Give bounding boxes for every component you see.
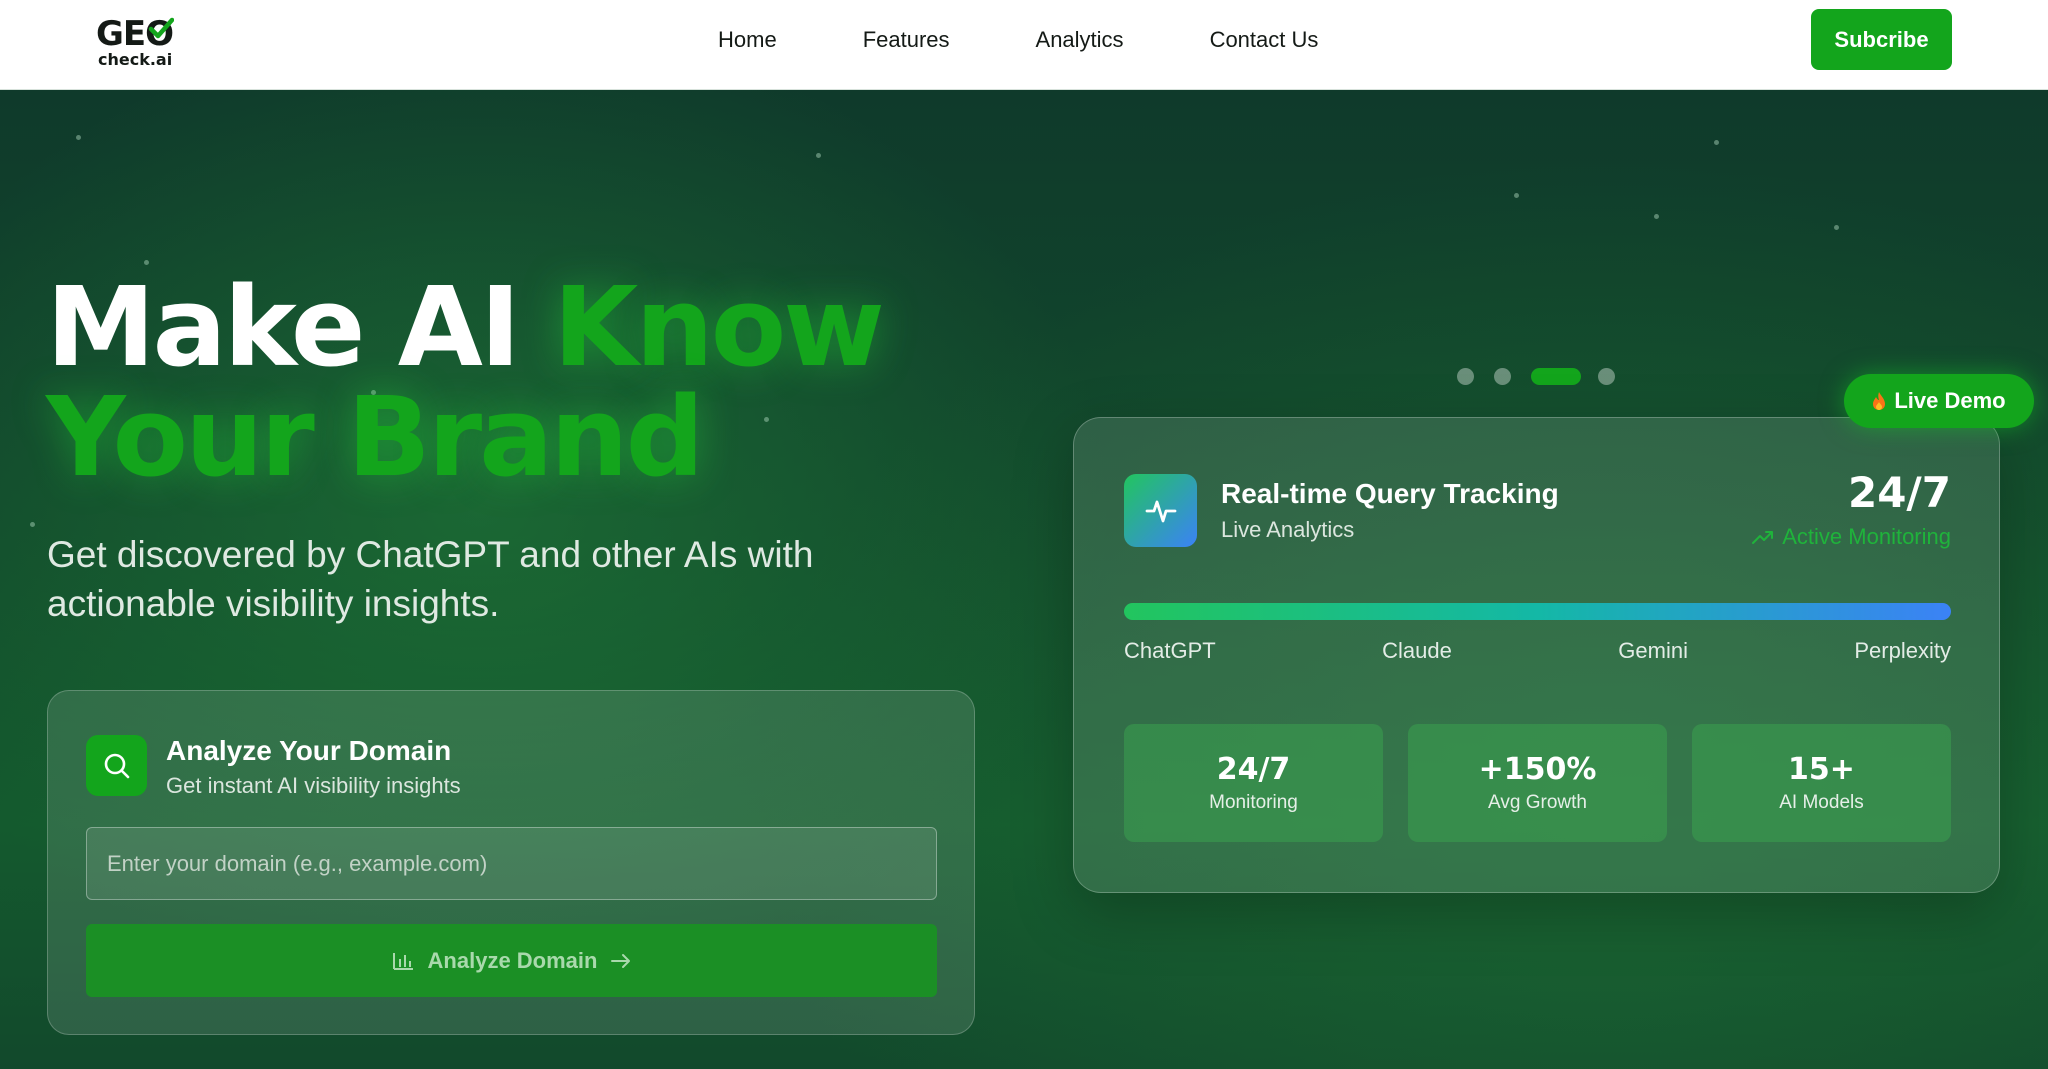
- ai-model-labels: ChatGPT Claude Gemini Perplexity: [1124, 638, 1951, 664]
- query-tracking-card: Real-time Query Tracking Live Analytics …: [1073, 417, 2000, 893]
- stat-value: +150%: [1478, 752, 1597, 787]
- arrow-right-icon: [611, 953, 631, 968]
- background-star: [1714, 140, 1719, 145]
- stat-tile-models: 15+ AI Models: [1692, 724, 1951, 842]
- hero-headline: Make AI Know Your Brand: [46, 272, 885, 492]
- carousel-dot-1[interactable]: [1457, 368, 1474, 385]
- headline-green-text-2: Your Brand: [46, 373, 704, 501]
- hero-subtitle: Get discovered by ChatGPT and other AIs …: [47, 534, 814, 624]
- background-star: [1654, 214, 1659, 219]
- background-star: [1514, 193, 1519, 198]
- background-star: [1834, 225, 1839, 230]
- carousel-dot-4[interactable]: [1598, 368, 1615, 385]
- stat-value: 24/7: [1216, 752, 1291, 787]
- carousel-dot-3-active[interactable]: [1531, 368, 1581, 385]
- domain-input[interactable]: [86, 827, 937, 900]
- model-label-claude: Claude: [1382, 638, 1452, 663]
- stats-row: 24/7 Monitoring +150% Avg Growth 15+ AI …: [1124, 724, 1951, 842]
- model-label-perplexity: Perplexity: [1854, 638, 1951, 663]
- carousel-dot-2[interactable]: [1494, 368, 1511, 385]
- background-star: [30, 522, 35, 527]
- subscribe-button[interactable]: Subcribe: [1811, 9, 1952, 70]
- headline-green-text-1: Know: [553, 263, 885, 391]
- analyze-domain-card: Analyze Your Domain Get instant AI visib…: [47, 690, 975, 1035]
- tracking-card-subtitle: Live Analytics: [1221, 517, 1355, 542]
- analyze-card-subtitle: Get instant AI visibility insights: [166, 773, 461, 798]
- background-star: [76, 135, 81, 140]
- stat-label: Avg Growth: [1488, 792, 1587, 813]
- tracking-big-value: 24/7: [1847, 468, 1951, 517]
- checkmark-icon: [148, 17, 174, 39]
- nav-link-home[interactable]: Home: [718, 26, 777, 54]
- model-label-chatgpt: ChatGPT: [1124, 638, 1216, 663]
- flame-icon: [1873, 392, 1886, 410]
- tracking-card-title: Real-time Query Tracking: [1221, 478, 1559, 509]
- nav-link-features[interactable]: Features: [863, 26, 950, 54]
- stat-value: 15+: [1788, 752, 1855, 787]
- active-monitoring-label: Active Monitoring: [1782, 524, 1951, 549]
- active-monitoring-status: Active Monitoring: [1752, 524, 1951, 550]
- analyze-card-title: Analyze Your Domain: [166, 735, 452, 766]
- analyze-button-label: Analyze Domain: [427, 947, 598, 973]
- bar-chart-icon: [392, 952, 413, 970]
- tracking-gradient-bar: [1124, 603, 1951, 620]
- stat-label: AI Models: [1779, 792, 1864, 813]
- nav-links: Home Features Analytics Contact Us: [718, 26, 1318, 54]
- nav-link-contact[interactable]: Contact Us: [1210, 26, 1319, 54]
- nav-link-analytics[interactable]: Analytics: [1036, 26, 1124, 54]
- live-demo-badge[interactable]: Live Demo: [1844, 374, 2034, 428]
- analyze-domain-button[interactable]: Analyze Domain: [86, 924, 937, 997]
- logo-sub-text: check.ai: [98, 50, 173, 69]
- background-star: [816, 153, 821, 158]
- stat-label: Monitoring: [1209, 792, 1298, 813]
- stat-tile-growth: +150% Avg Growth: [1408, 724, 1667, 842]
- top-navbar: GEO check.ai Home Features Analytics Con…: [0, 0, 2048, 90]
- headline-white-text: Make AI: [46, 263, 554, 391]
- live-demo-label: Live Demo: [1894, 388, 2006, 413]
- search-icon: [86, 735, 147, 796]
- trending-up-icon: [1752, 531, 1774, 544]
- activity-icon: [1124, 474, 1197, 547]
- stat-tile-monitoring: 24/7 Monitoring: [1124, 724, 1383, 842]
- logo[interactable]: GEO check.ai: [96, 14, 188, 74]
- model-label-gemini: Gemini: [1618, 638, 1688, 663]
- hero-section: Make AI Know Your Brand Get discovered b…: [0, 90, 2048, 1069]
